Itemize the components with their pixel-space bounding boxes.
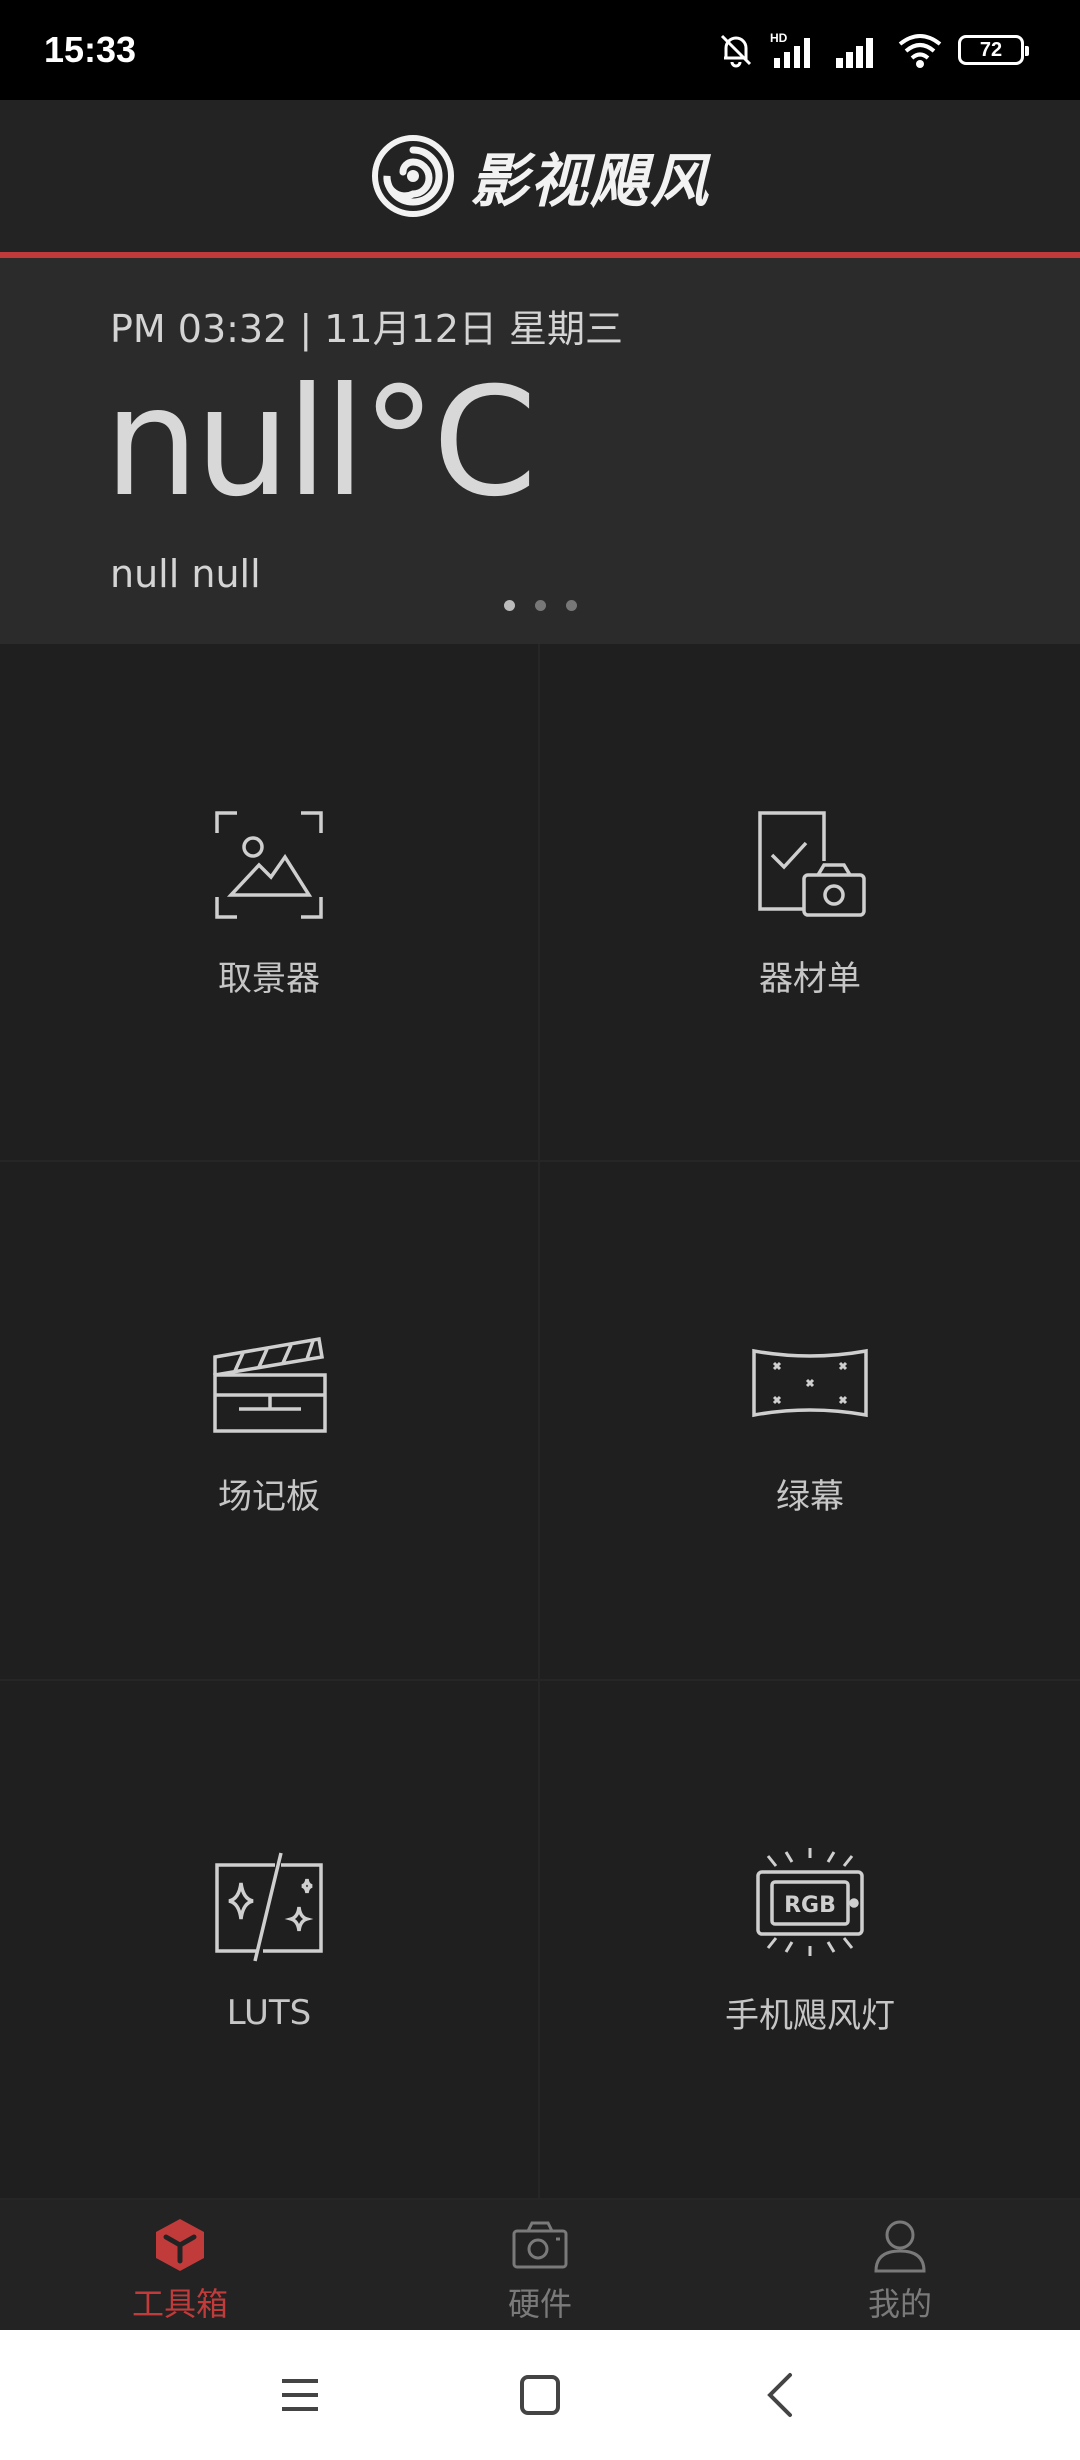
system-menu-button[interactable] xyxy=(180,2330,420,2460)
svg-text:HD: HD xyxy=(770,31,788,45)
nav-label: 工具箱 xyxy=(131,2285,228,2323)
system-back-button[interactable] xyxy=(660,2330,900,2460)
svg-text:RGB: RGB xyxy=(784,1893,836,1918)
nav-label: 硬件 xyxy=(507,2285,572,2323)
back-icon xyxy=(767,2373,792,2417)
pager-dot xyxy=(503,600,515,611)
weather-location: null null xyxy=(110,552,261,596)
logo-swirl-icon xyxy=(371,135,454,217)
rgb-light-icon: RGB xyxy=(756,1848,864,1956)
clapperboard-icon xyxy=(213,1336,327,1433)
tool-label: 器材单 xyxy=(759,958,861,999)
pager-dot xyxy=(565,600,577,611)
system-home-button[interactable] xyxy=(420,2330,660,2460)
tool-clapperboard[interactable]: 场记板 xyxy=(0,1162,540,1681)
bottom-nav: 工具箱 硬件 我的 xyxy=(0,2200,1080,2330)
tool-green-screen[interactable]: 绿幕 xyxy=(540,1162,1080,1681)
camera-icon xyxy=(512,2221,568,2269)
weather-temperature: null°C xyxy=(104,356,537,530)
green-screen-icon xyxy=(752,1348,868,1418)
hd-signal-icon: HD xyxy=(770,31,810,68)
tool-equipment-list[interactable]: 器材单 xyxy=(540,644,1080,1162)
tool-rgb-light[interactable]: RGB 手机飓风灯 xyxy=(540,1681,1080,2200)
app-screen: 15:33 HD 72 影视飓风 PM 03:32 | 11月12日 星期三 n… xyxy=(0,0,1080,2460)
logo: 影视飓风 xyxy=(370,133,710,219)
battery-icon: 72 xyxy=(958,35,1029,65)
nav-toolbox[interactable]: 工具箱 xyxy=(0,2200,360,2330)
system-nav-bar xyxy=(0,2330,1080,2460)
luts-icon xyxy=(215,1852,323,1961)
nav-hardware[interactable]: 硬件 xyxy=(360,2200,720,2330)
tool-label: 取景器 xyxy=(218,958,320,999)
signal-icon xyxy=(836,38,873,68)
pager-dot xyxy=(534,600,546,611)
home-icon xyxy=(520,2375,560,2415)
weather-panel[interactable]: PM 03:32 | 11月12日 星期三 null°C null null xyxy=(0,258,1080,644)
wifi-icon xyxy=(898,34,942,68)
status-time: 15:33 xyxy=(44,29,137,70)
status-bar: 15:33 HD 72 xyxy=(0,0,1080,100)
status-icons: HD 72 xyxy=(716,30,1029,70)
nav-profile[interactable]: 我的 xyxy=(720,2200,1080,2330)
app-header: 影视飓风 xyxy=(0,100,1080,252)
viewfinder-icon xyxy=(215,810,323,919)
tool-label: LUTS xyxy=(226,1992,312,2033)
pager-dots xyxy=(0,600,1080,611)
profile-icon xyxy=(874,2220,926,2273)
bell-off-icon xyxy=(720,34,752,68)
battery-level: 72 xyxy=(979,38,1003,61)
tool-label: 场记板 xyxy=(218,1477,320,1517)
menu-icon xyxy=(282,2379,318,2411)
weather-datetime: PM 03:32 | 11月12日 星期三 xyxy=(110,307,624,351)
tool-luts[interactable]: LUTS xyxy=(0,1681,540,2200)
equipment-list-icon xyxy=(758,810,866,917)
tool-grid: 取景器 器材单 场记板 绿幕 LUTS RGB 手机飓风灯 xyxy=(0,644,1080,2200)
logo-text: 影视飓风 xyxy=(469,147,710,215)
toolbox-icon xyxy=(156,2219,204,2271)
nav-label: 我的 xyxy=(867,2285,932,2323)
tool-label: 手机飓风灯 xyxy=(725,1996,895,2036)
tool-label: 绿幕 xyxy=(776,1477,844,1517)
tool-viewfinder[interactable]: 取景器 xyxy=(0,644,540,1162)
